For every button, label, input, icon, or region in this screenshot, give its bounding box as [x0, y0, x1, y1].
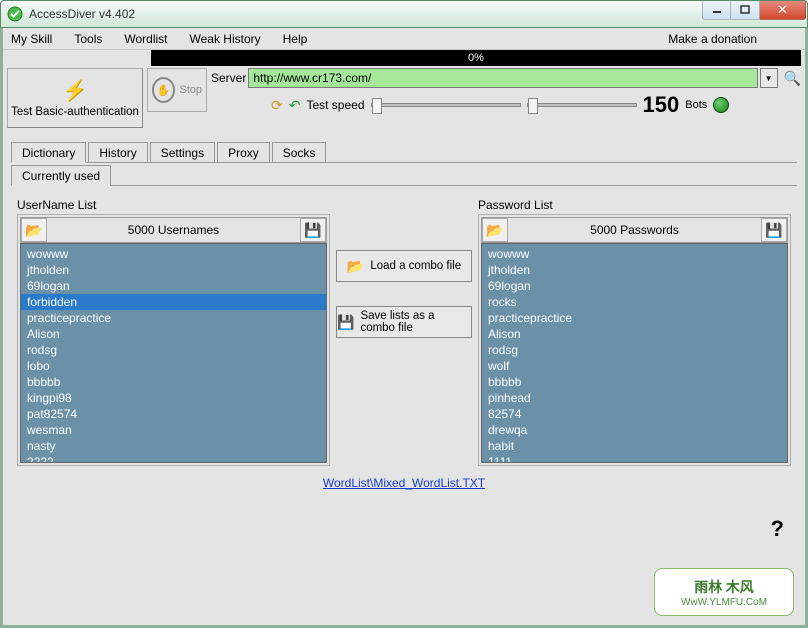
- speed-slider-1[interactable]: [371, 103, 521, 107]
- list-item[interactable]: rodsg: [482, 342, 787, 358]
- save-icon: 💾: [337, 314, 354, 331]
- subtab-currently-used[interactable]: Currently used: [11, 165, 111, 186]
- server-input[interactable]: [248, 68, 757, 88]
- server-label: Server: [211, 71, 246, 85]
- list-item[interactable]: bbbbb: [21, 374, 326, 390]
- open-password-list-button[interactable]: 📂: [482, 218, 508, 242]
- list-item[interactable]: jtholden: [482, 262, 787, 278]
- stop-icon: ✋: [152, 77, 175, 103]
- list-item[interactable]: pat82574: [21, 406, 326, 422]
- password-listbox[interactable]: wowwwjtholden69loganrockspracticepractic…: [481, 243, 788, 463]
- tab-proxy[interactable]: Proxy: [217, 142, 270, 162]
- main-tabs: Dictionary History Settings Proxy Socks: [11, 142, 797, 163]
- server-dropdown-button[interactable]: ▼: [760, 68, 778, 88]
- save-combo-button[interactable]: 💾 Save lists as a combo file: [336, 306, 472, 338]
- list-item[interactable]: forbidden: [21, 294, 326, 310]
- save-username-list-button[interactable]: 💾: [300, 218, 326, 242]
- list-item[interactable]: Alison: [482, 326, 787, 342]
- close-button[interactable]: ✕: [760, 1, 806, 20]
- username-listbox[interactable]: wowwwjtholden69loganforbiddenpracticepra…: [20, 243, 327, 463]
- app-icon: [7, 6, 23, 22]
- list-item[interactable]: jtholden: [21, 262, 326, 278]
- username-list-title: 5000 Usernames: [47, 223, 300, 237]
- tab-dictionary[interactable]: Dictionary: [11, 142, 86, 163]
- test-speed-label: Test speed: [306, 98, 364, 112]
- list-item[interactable]: Alison: [21, 326, 326, 342]
- folder-icon: 📂: [25, 222, 42, 239]
- list-item[interactable]: habit: [482, 438, 787, 454]
- list-item[interactable]: 69logan: [482, 278, 787, 294]
- search-icon[interactable]: 🔍: [784, 70, 801, 87]
- list-item[interactable]: wowww: [21, 246, 326, 262]
- list-item[interactable]: wowww: [482, 246, 787, 262]
- folder-icon: 📂: [347, 258, 364, 275]
- bots-label: Bots: [685, 99, 707, 111]
- menu-myskill[interactable]: My Skill: [11, 32, 52, 46]
- list-item[interactable]: pinhead: [482, 390, 787, 406]
- stop-button[interactable]: ✋ Stop: [147, 68, 207, 112]
- lightning-icon: ⚡: [63, 78, 88, 103]
- bots-count: 150: [643, 92, 680, 118]
- minimize-button[interactable]: [702, 1, 731, 20]
- save-icon: 💾: [304, 222, 321, 239]
- list-item[interactable]: 2222: [21, 454, 326, 463]
- wordlist-path-link[interactable]: WordList\Mixed_WordList.TXT: [3, 476, 805, 490]
- list-item[interactable]: wesman: [21, 422, 326, 438]
- menu-weakhistory[interactable]: Weak History: [189, 32, 260, 46]
- menu-help[interactable]: Help: [283, 32, 308, 46]
- tab-history[interactable]: History: [88, 142, 147, 162]
- list-item[interactable]: 69logan: [21, 278, 326, 294]
- list-item[interactable]: wolf: [482, 358, 787, 374]
- refresh-icon[interactable]: ⟳: [271, 97, 283, 114]
- list-item[interactable]: 1111: [482, 454, 787, 463]
- globe-icon[interactable]: [713, 97, 729, 113]
- list-item[interactable]: bbbbb: [482, 374, 787, 390]
- password-list-title: 5000 Passwords: [508, 223, 761, 237]
- title-bar: AccessDiver v4.402 ✕: [0, 0, 808, 28]
- menu-tools[interactable]: Tools: [74, 32, 102, 46]
- list-item[interactable]: rocks: [482, 294, 787, 310]
- tab-settings[interactable]: Settings: [150, 142, 215, 162]
- maximize-button[interactable]: [731, 1, 760, 20]
- password-list-label: Password List: [478, 198, 553, 212]
- menu-donate[interactable]: Make a donation: [668, 32, 757, 46]
- tab-socks[interactable]: Socks: [272, 142, 327, 162]
- list-item[interactable]: 82574: [482, 406, 787, 422]
- watermark: 雨林 木风 WwW.YLMFU.CoM: [654, 568, 794, 616]
- window-title: AccessDiver v4.402: [29, 7, 135, 21]
- save-password-list-button[interactable]: 💾: [761, 218, 787, 242]
- help-button[interactable]: ?: [771, 516, 784, 542]
- list-item[interactable]: practicepractice: [21, 310, 326, 326]
- list-item[interactable]: kingpi98: [21, 390, 326, 406]
- progress-bar: 0%: [151, 50, 801, 66]
- username-list-label: UserName List: [17, 198, 96, 212]
- save-icon: 💾: [765, 222, 782, 239]
- folder-icon: 📂: [486, 222, 503, 239]
- list-item[interactable]: drewqa: [482, 422, 787, 438]
- menu-wordlist[interactable]: Wordlist: [124, 32, 167, 46]
- open-username-list-button[interactable]: 📂: [21, 218, 47, 242]
- list-item[interactable]: lobo: [21, 358, 326, 374]
- list-item[interactable]: practicepractice: [482, 310, 787, 326]
- list-item[interactable]: nasty: [21, 438, 326, 454]
- speed-slider-2[interactable]: [527, 103, 637, 107]
- list-item[interactable]: rodsg: [21, 342, 326, 358]
- test-basic-auth-button[interactable]: ⚡ Test Basic-authentication: [7, 68, 143, 128]
- menu-bar: My Skill Tools Wordlist Weak History Hel…: [3, 28, 805, 50]
- back-icon[interactable]: ↶: [289, 97, 301, 114]
- load-combo-button[interactable]: 📂 Load a combo file: [336, 250, 472, 282]
